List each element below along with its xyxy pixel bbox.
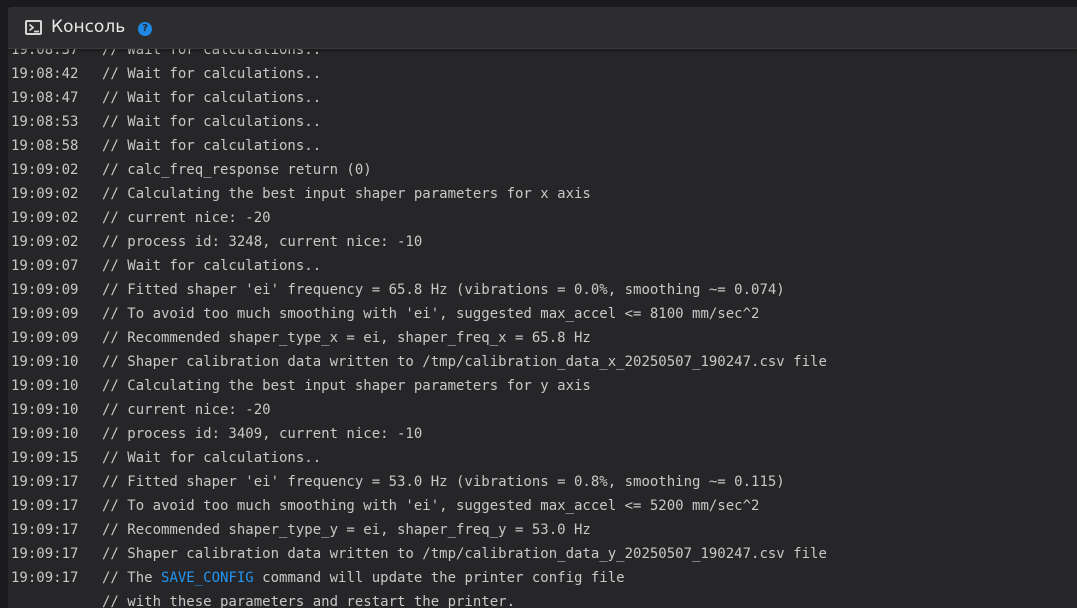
console-panel: Консоль ? 19:08:37// Wait for calculatio…: [8, 7, 1077, 608]
log-line: 19:09:09 // Fitted shaper 'ei' frequency …: [8, 278, 1077, 302]
log-line: // with these parameters and restart the…: [8, 590, 1077, 608]
log-message: // Calculating the best input shaper par…: [102, 186, 591, 202]
log-timestamp: 19:09:10: [11, 354, 79, 370]
log-timestamp: 19:09:10: [11, 426, 79, 442]
log-message: // Wait for calculations..: [102, 66, 322, 82]
log-timestamp: 19:09:17: [11, 570, 79, 586]
log-timestamp: 19:09:02: [11, 210, 79, 226]
page-title: Консоль: [51, 17, 126, 37]
log-message: // Calculating the best input shaper par…: [102, 378, 591, 394]
log-timestamp: 19:09:02: [11, 234, 79, 250]
log-message: // Fitted shaper 'ei' frequency = 53.0 H…: [102, 474, 785, 490]
log-timestamp: 19:08:47: [11, 90, 79, 106]
log-line: 19:09:17 // The SAVE_CONFIG command will …: [8, 566, 1077, 590]
log-message: // Wait for calculations..: [102, 114, 322, 130]
log-timestamp: 19:09:17: [11, 474, 79, 490]
log-timestamp: 19:09:09: [11, 330, 79, 346]
log-line: 19:09:10 // current nice: -20: [8, 398, 1077, 422]
log-timestamp: 19:09:09: [11, 282, 79, 298]
log-message: // Wait for calculations..: [102, 450, 322, 466]
help-icon[interactable]: ?: [138, 22, 152, 36]
log-message: // Recommended shaper_type_y = ei, shape…: [102, 522, 591, 538]
log-message: // Recommended shaper_type_x = ei, shape…: [102, 330, 591, 346]
log-message: // To avoid too much smoothing with 'ei'…: [102, 306, 760, 322]
log-line: 19:09:09 // Recommended shaper_type_x = e…: [8, 326, 1077, 350]
log-line: 19:09:17 // Shaper calibration data writt…: [8, 542, 1077, 566]
log-timestamp: 19:09:07: [11, 258, 79, 274]
console-header: Консоль ?: [8, 7, 1077, 49]
log-message: // Wait for calculations..: [102, 138, 322, 154]
log-message: // with these parameters and restart the…: [102, 594, 516, 608]
log-line: 19:09:09 // To avoid too much smoothing w…: [8, 302, 1077, 326]
log-message: // Fitted shaper 'ei' frequency = 65.8 H…: [102, 282, 785, 298]
log-timestamp: 19:08:53: [11, 114, 79, 130]
log-message: // Wait for calculations..: [102, 258, 322, 274]
log-timestamp: 19:09:17: [11, 522, 79, 538]
log-line: 19:09:02 // current nice: -20: [8, 206, 1077, 230]
log-message: // process id: 3248, current nice: -10: [102, 234, 423, 250]
log-message: // Wait for calculations..: [102, 90, 322, 106]
log-line: 19:09:07 // Wait for calculations..: [8, 254, 1077, 278]
log-timestamp: 19:09:15: [11, 450, 79, 466]
log-line: 19:09:15 // Wait for calculations..: [8, 446, 1077, 470]
log-message: // Shaper calibration data written to /t…: [102, 546, 827, 562]
log-line: 19:09:17 // To avoid too much smoothing w…: [8, 494, 1077, 518]
log-line: 19:09:17 // Fitted shaper 'ei' frequency …: [8, 470, 1077, 494]
log-message: // To avoid too much smoothing with 'ei'…: [102, 498, 760, 514]
log-line: 19:08:53 // Wait for calculations..: [8, 110, 1077, 134]
log-timestamp: 19:09:17: [11, 546, 79, 562]
log-timestamp: 19:09:02: [11, 162, 79, 178]
log-line: 19:09:10 // process id: 3409, current nic…: [8, 422, 1077, 446]
log-message: // current nice: -20: [102, 210, 271, 226]
log-line: 19:09:10 // Shaper calibration data writt…: [8, 350, 1077, 374]
console-icon: [25, 20, 42, 35]
log-message: // current nice: -20: [102, 402, 271, 418]
log-message: // calc_freq_response return (0): [102, 162, 372, 178]
log-message-text: // The: [102, 570, 162, 586]
log-timestamp: 19:09:10: [11, 402, 79, 418]
log-message: // Shaper calibration data written to /t…: [102, 354, 827, 370]
log-line: 19:09:02 // Calculating the best input sh…: [8, 182, 1077, 206]
log-line: 19:08:42 // Wait for calculations..: [8, 62, 1077, 86]
log-line: 19:09:10 // Calculating the best input sh…: [8, 374, 1077, 398]
log-timestamp: 19:09:02: [11, 186, 79, 202]
log-line: 19:08:47 // Wait for calculations..: [8, 86, 1077, 110]
log-message: // process id: 3409, current nice: -10: [102, 426, 423, 442]
console-log[interactable]: 19:08:37// Wait for calculations.. 19:08:…: [8, 38, 1077, 608]
log-timestamp: 19:09:10: [11, 378, 79, 394]
log-line: 19:09:02 // process id: 3248, current nic…: [8, 230, 1077, 254]
log-message-text: command will update the printer config f…: [253, 570, 625, 586]
log-timestamp: 19:09:09: [11, 306, 79, 322]
log-message: // The SAVE_CONFIG command will update t…: [102, 566, 625, 590]
log-timestamp: 19:08:42: [11, 66, 79, 82]
log-timestamp: 19:08:58: [11, 138, 79, 154]
log-timestamp: 19:09:17: [11, 498, 79, 514]
log-line: 19:09:17 // Recommended shaper_type_y = e…: [8, 518, 1077, 542]
log-line: 19:08:58 // Wait for calculations..: [8, 134, 1077, 158]
log-line: 19:09:02 // calc_freq_response return (0): [8, 158, 1077, 182]
save-config-command-link[interactable]: SAVE_CONFIG: [161, 570, 254, 586]
